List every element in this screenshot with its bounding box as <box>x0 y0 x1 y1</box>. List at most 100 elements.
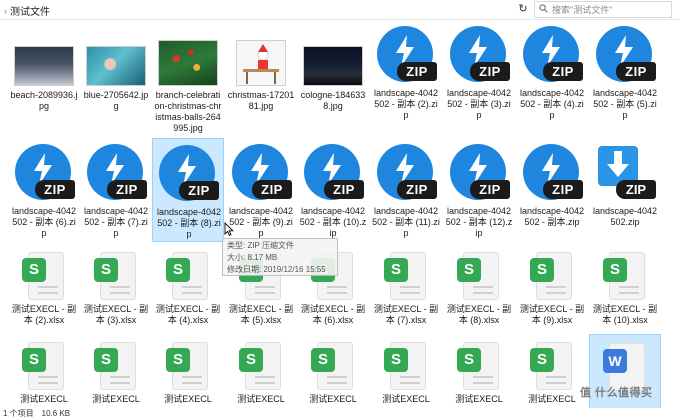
file-item[interactable]: S 测试EXECL - 副本 (10).xlsx <box>589 244 661 330</box>
file-name: 测试EXECL - 副本 (6).xlsx <box>300 304 366 325</box>
file-item[interactable]: S 测试EXECL - 副本 (3).xlsx <box>80 244 152 330</box>
watermark: 值 什么值得买 <box>580 387 653 399</box>
file-item[interactable]: ZIP landscape-4042502 - 副本 (10).zip <box>297 138 369 242</box>
zip-file-icon: ZIP <box>448 144 510 206</box>
zip-file-icon: ZIP <box>594 26 656 88</box>
spreadsheet-file-icon: S <box>530 252 574 300</box>
zip-file-icon: ZIP <box>521 26 583 88</box>
file-item[interactable]: ZIP landscape-4042502 - 副本 (12).zip <box>443 138 515 242</box>
spreadsheet-file-icon: S <box>384 342 428 390</box>
file-item[interactable]: S 测试EXECL <box>370 334 442 414</box>
spreadsheet-file-icon: S <box>384 252 428 300</box>
file-item[interactable]: S 测试EXECL <box>516 334 588 414</box>
file-name: 测试EXECL <box>237 394 285 404</box>
file-name: landscape-4042502 - 副本 (4).zip <box>519 88 585 120</box>
file-name: branch-celebration-christmas-christmas-b… <box>154 90 222 133</box>
file-item[interactable]: S 测试EXECL <box>443 334 515 414</box>
spreadsheet-file-icon: S <box>239 342 283 390</box>
file-name: 测试EXECL - 副本 (3).xlsx <box>83 304 149 325</box>
file-item[interactable]: S 测试EXECL - 副本 (9).xlsx <box>516 244 588 330</box>
image-thumbnail <box>86 46 146 86</box>
spreadsheet-file-icon: S <box>457 342 501 390</box>
file-item[interactable]: S 测试EXECL - 副本 (4).xlsx <box>152 244 224 330</box>
spreadsheet-file-icon: S <box>22 252 66 300</box>
file-item[interactable]: ZIP landscape-4042502 - 副本 (2).zip <box>370 20 442 124</box>
file-item[interactable]: ZIP landscape-4042502 - 副本 (3).zip <box>443 20 515 124</box>
file-name: landscape-4042502 - 副本 (5).zip <box>592 88 658 120</box>
spreadsheet-file-icon: S <box>311 342 355 390</box>
file-grid: beach-2089936.jpg blue-2705642.jpg branch-… <box>0 20 680 414</box>
file-item[interactable]: S 测试EXECL - 副本 (8).xlsx <box>443 244 515 330</box>
spreadsheet-file-icon: S <box>457 252 501 300</box>
file-item[interactable]: S 测试EXECL <box>80 334 152 414</box>
file-item[interactable]: W <box>589 334 661 414</box>
file-item[interactable]: blue-2705642.jpg <box>80 20 152 124</box>
image-thumbnail <box>236 40 286 86</box>
file-name: 测试EXECL <box>382 394 430 404</box>
file-name: landscape-4042502 - 副本 (10).zip <box>299 206 367 238</box>
file-name: landscape-4042502 - 副本 (11).zip <box>372 206 440 238</box>
refresh-icon[interactable]: ↻ <box>516 2 530 16</box>
breadcrumb[interactable]: › 测试文件 <box>4 3 50 19</box>
file-name: 测试EXECL - 副本 (2).xlsx <box>11 304 77 325</box>
file-name: landscape-4042502 - 副本 (12).zip <box>445 206 513 238</box>
spreadsheet-file-icon: S <box>603 252 647 300</box>
status-size: 10.6 KB <box>41 409 71 418</box>
file-item[interactable]: S 测试EXECL <box>297 334 369 414</box>
file-item[interactable]: ZIP landscape-4042502 - 副本 (9).zip <box>225 138 297 242</box>
file-name: 测试EXECL <box>164 394 212 404</box>
file-name: 测试EXECL - 副本 (9).xlsx <box>519 304 585 325</box>
file-name: 测试EXECL <box>20 394 68 404</box>
file-item[interactable]: ZIP landscape-4042502 - 副本.zip <box>516 138 588 242</box>
download-zip-icon: ZIP <box>594 144 656 206</box>
file-item[interactable]: S 测试EXECL <box>225 334 297 414</box>
search-icon <box>539 4 548 15</box>
file-name: 测试EXECL <box>309 394 357 404</box>
tooltip-date: 修改日期: 2019/12/16 15:55 <box>227 265 326 274</box>
file-item[interactable]: ZIP landscape-4042502 - 副本 (7).zip <box>80 138 152 242</box>
file-name: 测试EXECL - 副本 (4).xlsx <box>155 304 221 325</box>
file-name: beach-2089936.jpg <box>10 90 78 111</box>
file-item[interactable]: branch-celebration-christmas-christmas-b… <box>152 20 224 133</box>
file-name: blue-2705642.jpg <box>83 90 149 111</box>
address-bar: › 测试文件 ↻ 搜索"测试文件" <box>0 0 680 20</box>
file-item[interactable]: ZIP landscape-4042502 - 副本 (11).zip <box>370 138 442 242</box>
search-box[interactable]: 搜索"测试文件" <box>534 1 672 18</box>
zip-file-icon: ZIP <box>13 144 75 206</box>
file-name: 测试EXECL - 副本 (7).xlsx <box>373 304 439 325</box>
zip-file-icon: ZIP <box>521 144 583 206</box>
tooltip-type: 类型: ZIP 压缩文件 <box>227 241 294 250</box>
status-bar: 1 个项目 10.6 KB <box>0 408 680 420</box>
file-item[interactable]: ZIP landscape-4042502.zip <box>589 138 661 242</box>
file-name: landscape-4042502 - 副本 (9).zip <box>228 206 294 238</box>
file-name: christmas-1720181.jpg <box>227 90 295 111</box>
file-name: landscape-4042502 - 副本 (7).zip <box>83 206 149 238</box>
file-item[interactable]: S 测试EXECL <box>8 334 80 414</box>
zip-file-icon: ZIP <box>302 144 364 206</box>
file-item[interactable]: S 测试EXECL - 副本 (2).xlsx <box>8 244 80 330</box>
file-item[interactable]: S 测试EXECL - 副本 (7).xlsx <box>370 244 442 330</box>
file-info-tooltip: 类型: ZIP 压缩文件 大小: 8.17 MB 修改日期: 2019/12/1… <box>222 238 338 276</box>
file-item[interactable]: cologne-1846338.jpg <box>297 20 369 124</box>
file-name: 测试EXECL - 副本 (5).xlsx <box>228 304 294 325</box>
zip-file-icon: ZIP <box>375 144 437 206</box>
file-name: landscape-4042502 - 副本 (6).zip <box>11 206 77 238</box>
file-item[interactable]: beach-2089936.jpg <box>8 20 80 124</box>
file-name: 测试EXECL <box>528 394 576 404</box>
file-item[interactable]: S 测试EXECL <box>152 334 224 414</box>
file-item[interactable]: ZIP landscape-4042502 - 副本 (5).zip <box>589 20 661 124</box>
file-item[interactable]: ZIP landscape-4042502 - 副本 (8).zip <box>152 138 224 242</box>
status-selection: 1 个项目 <box>3 409 34 418</box>
spreadsheet-file-icon: S <box>166 252 210 300</box>
spreadsheet-file-icon: S <box>94 342 138 390</box>
breadcrumb-folder[interactable]: 测试文件 <box>10 3 50 18</box>
file-name: 测试EXECL - 副本 (8).xlsx <box>446 304 512 325</box>
spreadsheet-file-icon: S <box>22 342 66 390</box>
file-name: 测试EXECL - 副本 (10).xlsx <box>592 304 658 325</box>
file-item[interactable]: ZIP landscape-4042502 - 副本 (4).zip <box>516 20 588 124</box>
file-item[interactable]: ZIP landscape-4042502 - 副本 (6).zip <box>8 138 80 242</box>
file-name: landscape-4042502 - 副本 (2).zip <box>373 88 439 120</box>
search-placeholder: 搜索"测试文件" <box>552 5 613 15</box>
file-name: landscape-4042502 - 副本.zip <box>519 206 585 227</box>
file-item[interactable]: christmas-1720181.jpg <box>225 20 297 124</box>
